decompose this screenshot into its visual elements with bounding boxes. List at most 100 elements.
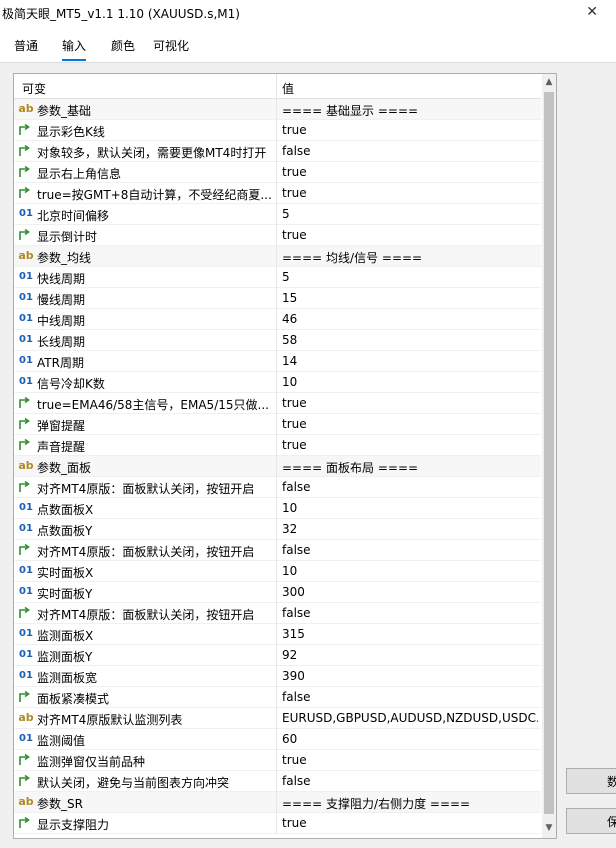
row-value[interactable]: 58 bbox=[282, 333, 538, 347]
number-type-icon: 01 bbox=[19, 523, 33, 534]
row-value[interactable]: 10 bbox=[282, 564, 538, 578]
table-row[interactable]: 显示倒计时 true bbox=[14, 225, 541, 246]
row-value[interactable]: 60 bbox=[282, 732, 538, 746]
cell-divider bbox=[276, 351, 277, 372]
table-row[interactable]: 显示右上角信息 true bbox=[14, 162, 541, 183]
row-value[interactable]: true bbox=[282, 438, 538, 452]
bool-arrow-icon bbox=[18, 165, 34, 179]
table-row[interactable]: 01 点数面板Y 32 bbox=[14, 519, 541, 540]
vertical-scrollbar[interactable]: ▲ ▼ bbox=[542, 74, 556, 838]
column-divider[interactable] bbox=[276, 74, 277, 98]
table-row[interactable]: 01 慢线周期 15 bbox=[14, 288, 541, 309]
table-row[interactable]: 面板紧凑模式 false bbox=[14, 687, 541, 708]
table-row[interactable]: ab 参数_均线 ==== 均线/信号 ==== bbox=[14, 246, 541, 267]
load-button[interactable]: 数 bbox=[566, 768, 616, 794]
row-value[interactable]: false bbox=[282, 480, 538, 494]
table-row[interactable]: 对齐MT4原版：面板默认关闭，按钮开启 false bbox=[14, 540, 541, 561]
table-row[interactable]: true=按GMT+8自动计算，不受经纪商夏... true bbox=[14, 183, 541, 204]
table-row[interactable]: 监测弹窗仅当前品种 true bbox=[14, 750, 541, 771]
row-value[interactable]: true bbox=[282, 186, 538, 200]
table-row[interactable]: 01 监测面板Y 92 bbox=[14, 645, 541, 666]
row-variable-name: 实时面板Y bbox=[37, 587, 93, 601]
bool-arrow-icon bbox=[18, 186, 34, 200]
tab-general[interactable]: 普通 bbox=[14, 39, 38, 59]
table-row[interactable]: 默认关闭，避免与当前图表方向冲突 false bbox=[14, 771, 541, 792]
row-value[interactable]: 300 bbox=[282, 585, 538, 599]
row-variable-name: 监测阈值 bbox=[37, 734, 86, 748]
table-row[interactable]: 01 实时面板X 10 bbox=[14, 561, 541, 582]
table-row[interactable]: 对齐MT4原版：面板默认关闭，按钮开启 false bbox=[14, 603, 541, 624]
cell-divider bbox=[276, 330, 277, 351]
row-value[interactable]: true bbox=[282, 123, 538, 137]
window-title: 极简天眼_MT5_v1.1 1.10 (XAUUSD.s,M1) bbox=[2, 6, 240, 21]
row-value[interactable]: false bbox=[282, 606, 538, 620]
save-button[interactable]: 保 bbox=[566, 808, 616, 834]
row-value[interactable]: ==== 面板布局 ==== bbox=[282, 459, 538, 476]
column-header-variable[interactable]: 可变 bbox=[22, 80, 46, 97]
column-header-value[interactable]: 值 bbox=[282, 80, 294, 97]
row-variable-name: 显示彩色K线 bbox=[37, 125, 105, 139]
row-value[interactable]: ==== 均线/信号 ==== bbox=[282, 249, 538, 266]
table-row[interactable]: 声音提醒 true bbox=[14, 435, 541, 456]
table-row[interactable]: 01 北京时间偏移 5 bbox=[14, 204, 541, 225]
row-value[interactable]: true bbox=[282, 753, 538, 767]
table-row[interactable]: true=EMA46/58主信号，EMA5/15只做... true bbox=[14, 393, 541, 414]
table-row[interactable]: 显示彩色K线 true bbox=[14, 120, 541, 141]
row-variable-name: 参数_SR bbox=[37, 797, 83, 811]
row-value[interactable]: 5 bbox=[282, 207, 538, 221]
cell-divider bbox=[276, 729, 277, 750]
tab-inputs[interactable]: 输入 bbox=[62, 39, 87, 61]
row-value[interactable]: true bbox=[282, 417, 538, 431]
row-value[interactable]: ==== 基础显示 ==== bbox=[282, 102, 538, 119]
row-value[interactable]: 5 bbox=[282, 270, 538, 284]
table-row[interactable]: 01 监测面板X 315 bbox=[14, 624, 541, 645]
table-row[interactable]: 01 中线周期 46 bbox=[14, 309, 541, 330]
scrollbar-thumb[interactable] bbox=[544, 92, 554, 814]
table-row[interactable]: 01 监测面板宽 390 bbox=[14, 666, 541, 687]
tab-colors[interactable]: 颜色 bbox=[111, 39, 135, 59]
row-value[interactable]: false bbox=[282, 774, 538, 788]
row-value[interactable]: true bbox=[282, 228, 538, 242]
row-value[interactable]: 32 bbox=[282, 522, 538, 536]
table-row[interactable]: 01 长线周期 58 bbox=[14, 330, 541, 351]
cell-divider bbox=[276, 120, 277, 141]
row-value[interactable]: 15 bbox=[282, 291, 538, 305]
row-value[interactable]: true bbox=[282, 396, 538, 410]
row-value[interactable]: 315 bbox=[282, 627, 538, 641]
row-value[interactable]: true bbox=[282, 816, 538, 830]
table-row[interactable]: 01 实时面板Y 300 bbox=[14, 582, 541, 603]
row-value[interactable]: false bbox=[282, 543, 538, 557]
close-icon[interactable]: ✕ bbox=[586, 4, 598, 20]
table-row[interactable]: 01 信号冷却K数 10 bbox=[14, 372, 541, 393]
table-row[interactable]: ab 参数_基础 ==== 基础显示 ==== bbox=[14, 99, 541, 120]
title-bar: 极简天眼_MT5_v1.1 1.10 (XAUUSD.s,M1) ✕ bbox=[0, 0, 616, 26]
table-row[interactable]: 弹窗提醒 true bbox=[14, 414, 541, 435]
row-value[interactable]: EURUSD,GBPUSD,AUDUSD,NZDUSD,USDC... bbox=[282, 711, 538, 725]
cell-divider bbox=[276, 372, 277, 393]
scroll-up-icon[interactable]: ▲ bbox=[544, 77, 554, 87]
row-value[interactable]: 10 bbox=[282, 501, 538, 515]
row-value[interactable]: 92 bbox=[282, 648, 538, 662]
row-value[interactable]: 10 bbox=[282, 375, 538, 389]
row-value[interactable]: 14 bbox=[282, 354, 538, 368]
row-value[interactable]: 46 bbox=[282, 312, 538, 326]
table-row[interactable]: 01 ATR周期 14 bbox=[14, 351, 541, 372]
tab-visualization[interactable]: 可视化 bbox=[153, 39, 189, 59]
table-row[interactable]: ab 参数_面板 ==== 面板布局 ==== bbox=[14, 456, 541, 477]
row-value[interactable]: false bbox=[282, 144, 538, 158]
table-row[interactable]: ab 参数_SR ==== 支撑阻力/右侧力度 ==== bbox=[14, 792, 541, 813]
table-row[interactable]: 对齐MT4原版：面板默认关闭，按钮开启 false bbox=[14, 477, 541, 498]
table-row[interactable]: 01 点数面板X 10 bbox=[14, 498, 541, 519]
row-value[interactable]: 390 bbox=[282, 669, 538, 683]
cell-divider bbox=[276, 540, 277, 561]
table-row[interactable]: ab 对齐MT4原版默认监测列表 EURUSD,GBPUSD,AUDUSD,NZDU… bbox=[14, 708, 541, 729]
table-row[interactable]: 01 快线周期 5 bbox=[14, 267, 541, 288]
table-row[interactable]: 对象较多，默认关闭，需要更像MT4时打开 false bbox=[14, 141, 541, 162]
table-row[interactable]: 01 监测阈值 60 bbox=[14, 729, 541, 750]
row-value[interactable]: false bbox=[282, 690, 538, 704]
row-value[interactable]: true bbox=[282, 165, 538, 179]
table-row[interactable]: 显示支撑阻力 true bbox=[14, 813, 541, 834]
row-value[interactable]: ==== 支撑阻力/右侧力度 ==== bbox=[282, 795, 538, 812]
scroll-down-icon[interactable]: ▼ bbox=[544, 823, 554, 833]
row-variable-name: 快线周期 bbox=[37, 272, 86, 286]
